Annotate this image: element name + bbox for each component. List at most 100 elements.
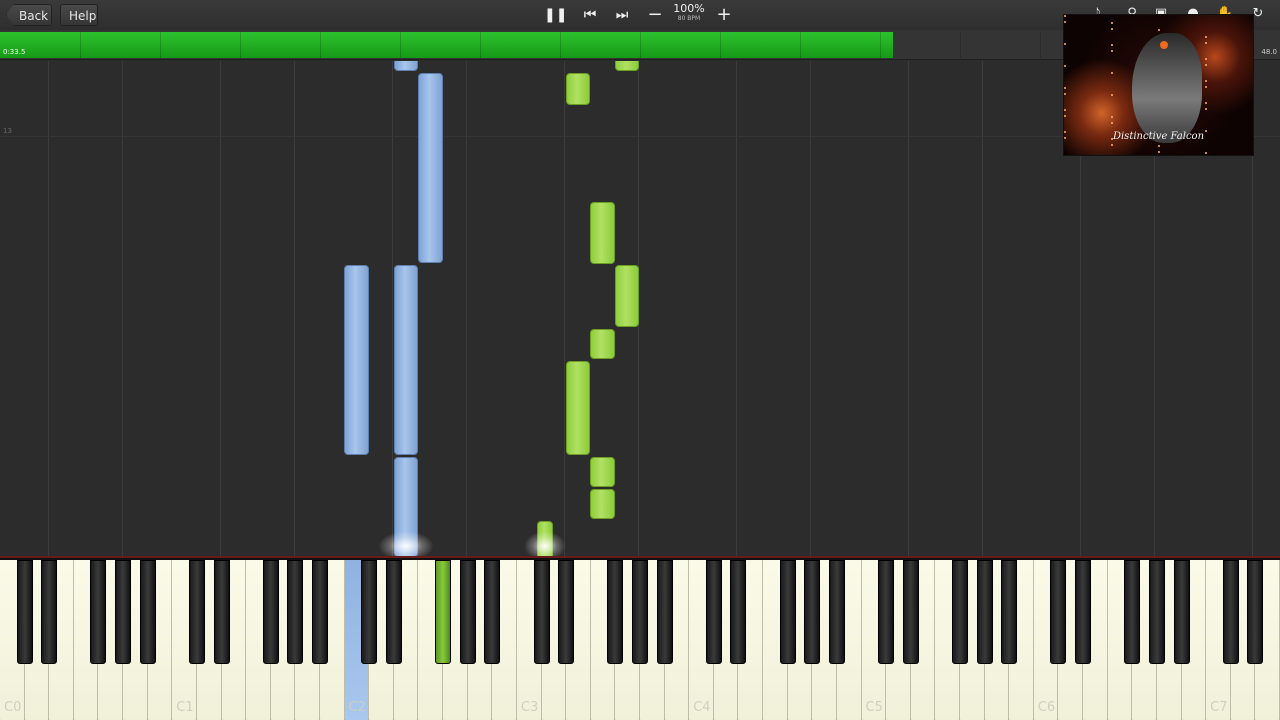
octave-label: C6: [1037, 700, 1056, 715]
star: [1111, 144, 1113, 146]
back-button[interactable]: Back: [6, 4, 52, 26]
star: [1111, 72, 1113, 74]
black-key-f-sharp4[interactable]: [779, 560, 796, 664]
black-key-c-sharp1[interactable]: [188, 560, 205, 664]
right-hand-note: [566, 73, 590, 105]
piano-keyboard[interactable]: C0 C1 C2 C3 C4 C5 C6 C7: [0, 556, 1280, 720]
progress-tick: [640, 32, 641, 58]
star: [1064, 109, 1066, 111]
black-key-c-sharp5[interactable]: [878, 560, 895, 664]
progress-tick: [320, 32, 321, 58]
black-key-a-sharp0[interactable]: [139, 560, 156, 664]
star: [1158, 151, 1160, 153]
pause-icon[interactable]: ❚❚: [544, 4, 567, 26]
black-key-d-sharp1[interactable]: [213, 560, 230, 664]
progress-tick: [400, 32, 401, 58]
progress-tick: [80, 32, 81, 58]
star: [1205, 36, 1207, 38]
minus-icon[interactable]: −: [644, 4, 666, 26]
black-key-c-sharp3[interactable]: [533, 560, 550, 664]
star: [1111, 94, 1113, 96]
star: [1111, 116, 1113, 118]
star: [1064, 21, 1066, 23]
right-hand-note: [590, 202, 615, 264]
black-key-g-sharp4[interactable]: [804, 560, 821, 664]
left-hand-note: [344, 265, 369, 455]
black-key-f-sharp5[interactable]: [952, 560, 968, 664]
star: [1158, 145, 1160, 147]
right-hand-note: [615, 61, 639, 71]
progress-tick: [960, 32, 961, 58]
black-key-c-sharp0[interactable]: [16, 560, 33, 664]
progress-tick: [800, 32, 801, 58]
black-key-a-sharp4[interactable]: [828, 560, 845, 664]
octave-label: C3: [520, 700, 539, 715]
right-hand-note: [615, 265, 639, 327]
star: [1064, 93, 1066, 95]
black-key-c-sharp2[interactable]: [361, 560, 378, 664]
octave-label: C5: [865, 700, 883, 715]
skip-forward-icon[interactable]: ⏭: [611, 4, 633, 26]
black-key-g-sharp1[interactable]: [287, 560, 304, 664]
black-key-c-sharp6[interactable]: [1050, 560, 1067, 664]
star: [1205, 80, 1207, 82]
star: [1158, 29, 1160, 31]
black-key-f-sharp0[interactable]: [90, 560, 107, 664]
right-hand-note: [590, 329, 615, 359]
black-key-g-sharp3[interactable]: [632, 560, 648, 664]
black-key-f-sharp1[interactable]: [262, 560, 279, 664]
black-key-g-sharp2[interactable]: [459, 560, 476, 664]
black-key-d-sharp0[interactable]: [41, 560, 58, 664]
black-key-d-sharp3[interactable]: [558, 560, 575, 664]
right-hand-note: [590, 457, 615, 487]
star: [1111, 22, 1113, 24]
black-key-c-sharp4[interactable]: [705, 560, 722, 664]
black-key-f-sharp3[interactable]: [607, 560, 624, 664]
octave-label: C0: [4, 700, 22, 715]
progress-tick: [880, 32, 881, 58]
black-key-g-sharp6[interactable]: [1148, 560, 1165, 664]
falcon-eye: [1160, 41, 1168, 49]
synthesia-player: Back Help ❚❚ ⏮ ⏭ − 100% 80 BPM + 𝅘𝅥𝅮 ⚲ ▣ ●…: [0, 0, 1280, 720]
star: [1205, 86, 1207, 88]
progress-fill: [0, 32, 894, 58]
elapsed-time: 0:33.5: [3, 48, 26, 56]
skip-back-icon[interactable]: ⏮: [579, 4, 601, 26]
black-key-d-sharp6[interactable]: [1075, 560, 1092, 664]
progress-tick: [720, 32, 721, 58]
star: [1205, 64, 1207, 66]
plus-icon[interactable]: +: [713, 4, 735, 26]
octave-label: C7: [1210, 700, 1228, 715]
key-hit-glow: [524, 531, 566, 556]
black-key-d-sharp4[interactable]: [730, 560, 747, 664]
black-key-g-sharp0[interactable]: [115, 560, 132, 664]
falcon-silhouette: [1132, 33, 1202, 143]
star: [1064, 15, 1066, 17]
black-key-d-sharp5[interactable]: [902, 560, 919, 664]
black-key-c-sharp7[interactable]: [1222, 560, 1239, 664]
right-hand-note: [590, 489, 615, 519]
black-key-a-sharp5[interactable]: [1001, 560, 1018, 664]
left-hand-note: [394, 265, 418, 455]
black-key-a-sharp2[interactable]: [484, 560, 501, 664]
star: [1111, 28, 1113, 30]
octave-label: C4: [693, 700, 711, 715]
black-key-f-sharp2[interactable]: [435, 560, 452, 664]
black-key-f-sharp6[interactable]: [1124, 560, 1141, 664]
measure-number: 13: [3, 127, 12, 135]
black-key-d-sharp2[interactable]: [385, 560, 402, 664]
logo-caption: Distinctive Falcon: [1112, 131, 1205, 142]
black-key-g-sharp5[interactable]: [976, 560, 993, 664]
black-key-a-sharp6[interactable]: [1173, 560, 1190, 664]
right-hand-note: [566, 361, 590, 455]
black-key-d-sharp7[interactable]: [1247, 560, 1264, 664]
star: [1064, 115, 1066, 117]
star: [1205, 42, 1207, 44]
black-key-a-sharp3[interactable]: [656, 560, 673, 664]
help-button[interactable]: Help: [60, 4, 98, 26]
progress-tick: [160, 32, 161, 58]
black-key-a-sharp1[interactable]: [312, 560, 328, 664]
tempo-readout: 80 BPM: [677, 15, 701, 22]
falcon-logo-image: Distinctive Falcon: [1063, 14, 1254, 156]
star: [1205, 58, 1207, 60]
